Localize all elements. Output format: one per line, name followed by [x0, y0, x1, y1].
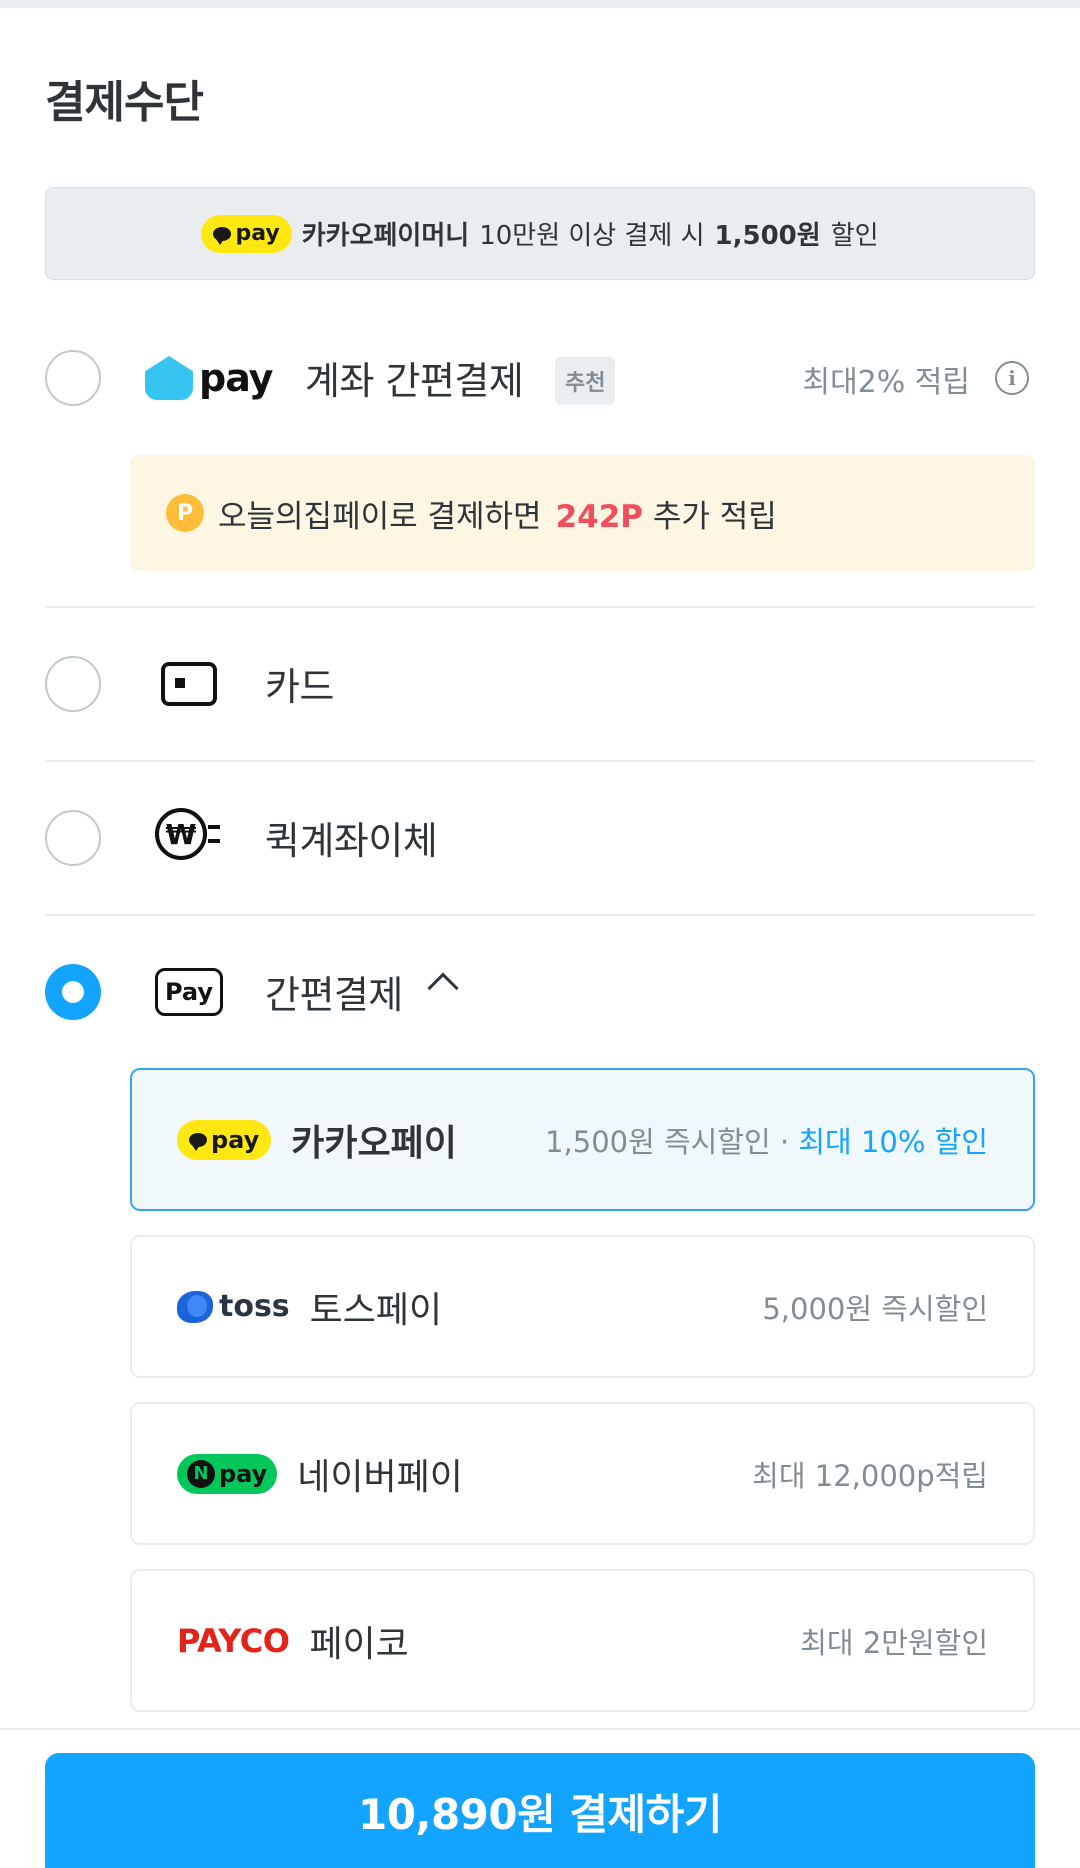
divider	[45, 760, 1035, 762]
radio-simple-pay[interactable]	[45, 964, 101, 1020]
point-coin-icon: P	[166, 494, 204, 532]
payco-logo: PAYCO	[177, 1621, 290, 1660]
toss-logo: toss	[177, 1289, 290, 1324]
payco-name: 페이코	[309, 1623, 409, 1665]
naverpay-logo: N pay	[177, 1453, 278, 1494]
banner-discount: 1,500원	[714, 221, 821, 251]
kakaopay-logo: pay	[177, 1119, 272, 1160]
info-icon[interactable]: i	[995, 361, 1029, 395]
simple-pay-naverpay[interactable]: N pay 네이버페이 최대 12,000p적립	[130, 1402, 1035, 1545]
simple-pay-label[interactable]: 간편결제	[265, 964, 403, 1019]
chevron-up-icon[interactable]	[427, 972, 459, 1004]
tosspay-name: 토스페이	[309, 1289, 443, 1331]
kakaopay-name: 카카오페이	[291, 1122, 457, 1164]
simple-pay-tosspay[interactable]: toss 토스페이 5,000원 즉시할인	[130, 1235, 1035, 1378]
speech-bubble-icon	[213, 226, 232, 245]
divider	[45, 606, 1035, 608]
naverpay-note: 최대 12,000p적립	[752, 1458, 988, 1493]
tosspay-note: 5,000원 즉시할인	[762, 1291, 988, 1326]
speech-bubble-icon	[189, 1132, 207, 1151]
kakaopay-promo-banner: pay 카카오페이머니 10만원 이상 결제 시 1,500원 할인	[45, 187, 1035, 280]
pay-icon: Pay	[155, 968, 223, 1016]
page-title: 결제수단	[45, 77, 204, 128]
quick-transfer-label[interactable]: 퀵계좌이체	[265, 810, 438, 865]
banner-brand: 카카오페이머니	[301, 221, 470, 251]
kakaopay-logo: pay	[201, 214, 292, 253]
house-icon	[145, 356, 193, 400]
simple-pay-payco[interactable]: PAYCO 페이코 최대 2만원할인	[130, 1569, 1035, 1712]
ohou-pay-logo: pay	[145, 356, 273, 400]
kakaopay-note: 1,500원 즉시할인 · 최대 10% 할인	[545, 1124, 988, 1159]
banner-condition: 10만원 이상 결제 시	[479, 221, 705, 251]
payco-note: 최대 2만원할인	[800, 1625, 988, 1660]
top-divider	[0, 0, 1080, 8]
simple-pay-kakaopay[interactable]: pay 카카오페이 1,500원 즉시할인 · 최대 10% 할인	[130, 1068, 1035, 1211]
card-label[interactable]: 카드	[265, 656, 334, 711]
pay-button[interactable]: 10,890원 결제하기	[45, 1753, 1035, 1868]
bottom-divider	[0, 1728, 1080, 1730]
ohou-pay-reward-note: 최대2% 적립	[802, 365, 970, 400]
card-icon	[161, 662, 217, 706]
point-value: 242P	[555, 498, 644, 535]
radio-card[interactable]	[45, 656, 101, 712]
radio-ohou-pay[interactable]	[45, 350, 101, 406]
point-notice: P 오늘의집페이로 결제하면 242P 추가 적립	[130, 455, 1035, 571]
divider	[45, 914, 1035, 916]
naverpay-name: 네이버페이	[297, 1456, 463, 1498]
recommended-badge: 추천	[555, 357, 616, 405]
radio-quick-transfer[interactable]	[45, 810, 101, 866]
won-transfer-icon: ₩	[155, 808, 207, 860]
toss-mark-icon	[177, 1290, 213, 1323]
transfer-lines-icon	[208, 825, 220, 843]
ohou-pay-label[interactable]: 계좌 간편결제	[305, 350, 524, 405]
banner-suffix: 할인	[830, 221, 879, 251]
